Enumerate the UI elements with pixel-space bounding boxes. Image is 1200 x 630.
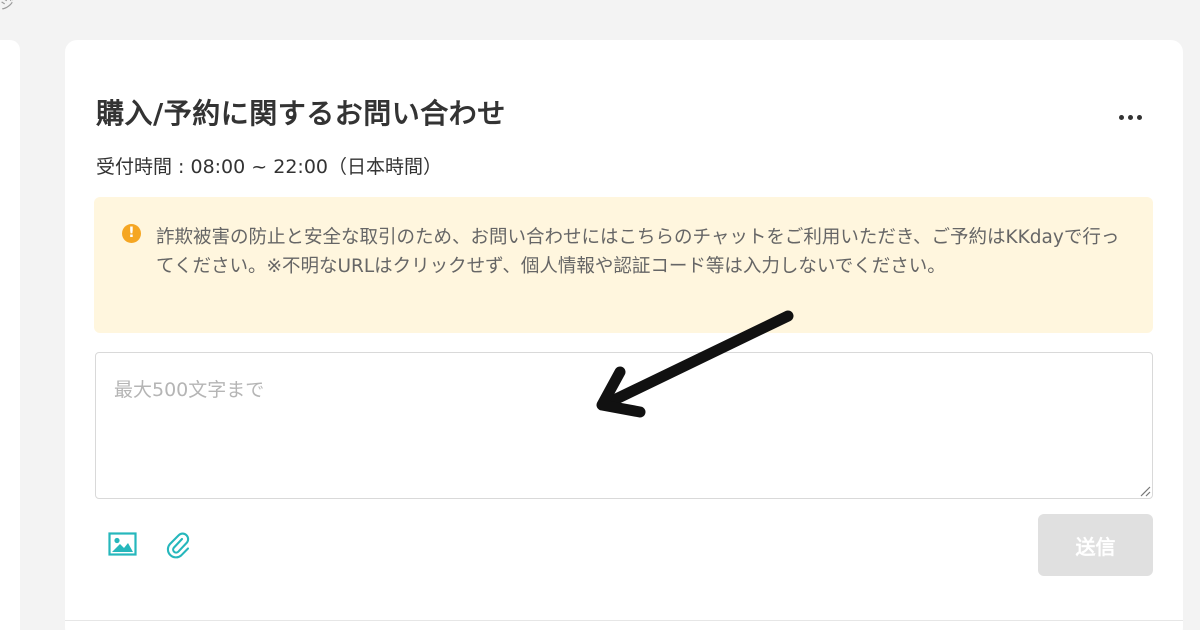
left-side-panel bbox=[0, 40, 20, 630]
security-notice: ! 詐欺被害の防止と安全な取引のため、お問い合わせにはこちらのチャットをご利用い… bbox=[94, 197, 1153, 333]
paperclip-icon[interactable] bbox=[166, 531, 192, 559]
image-icon[interactable] bbox=[108, 532, 137, 556]
resize-handle-icon[interactable] bbox=[1139, 485, 1151, 497]
more-dots-icon bbox=[1118, 114, 1142, 120]
more-options-button[interactable] bbox=[1112, 104, 1148, 130]
business-hours: 受付時間 : 08:00 ~ 22:00（日本時間） bbox=[96, 156, 442, 178]
notice-text: 詐欺被害の防止と安全な取引のため、お問い合わせにはこちらのチャットをご利用いただ… bbox=[156, 227, 1120, 277]
card-divider bbox=[65, 620, 1183, 621]
send-button[interactable]: 送信 bbox=[1038, 514, 1153, 576]
page: ジ 購入/予約に関するお問い合わせ 受付時間 : 08:00 ~ 22:00（日… bbox=[0, 0, 1200, 630]
warning-circle-icon: ! bbox=[122, 224, 141, 243]
chat-title: 購入/予約に関するお問い合わせ bbox=[96, 97, 506, 130]
message-input[interactable] bbox=[95, 352, 1153, 499]
page-top-label: ジ bbox=[0, 0, 14, 13]
